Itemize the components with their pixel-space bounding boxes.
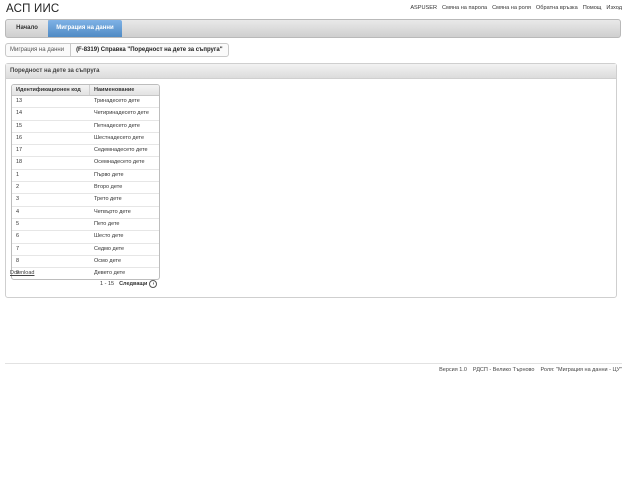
pager: 1 - 15 Следващи › xyxy=(100,280,158,288)
cell-name: Осемнадесето дете xyxy=(94,159,145,166)
cell-name: Трето дете xyxy=(94,196,122,203)
user-link[interactable]: ASPUSER xyxy=(410,5,437,11)
cell-name: Седемнадесето дете xyxy=(94,147,148,154)
table-row[interactable]: 8 Осмо дете xyxy=(12,256,159,269)
cell-name: Четиринадесето дете xyxy=(94,110,149,117)
tab-home[interactable]: Начало xyxy=(6,20,49,37)
table-row[interactable]: 14 Четиринадесето дете xyxy=(12,108,159,121)
column-header-code[interactable]: Идентификационен код xyxy=(12,85,90,95)
cell-code: 16 xyxy=(16,134,23,141)
table-row[interactable]: 3 Трето дете xyxy=(12,194,159,207)
breadcrumb-item-migration[interactable]: Миграция на данни xyxy=(6,44,72,56)
download-link[interactable]: Download xyxy=(10,270,34,276)
cell-code: 7 xyxy=(16,245,20,252)
pager-range: 1 - 15 xyxy=(100,281,115,287)
footer-version: Версия 1.0 xyxy=(439,367,467,373)
column-header-name[interactable]: Наименование xyxy=(90,85,159,95)
breadcrumb: Миграция на данни (F-8319) Справка "Поре… xyxy=(5,43,229,57)
panel-title: Поредност на дете за съпруга xyxy=(6,64,616,79)
cell-code: 6 xyxy=(16,233,20,240)
cell-code: 14 xyxy=(16,110,23,117)
table-row[interactable]: 6 Шесто дете xyxy=(12,231,159,244)
cell-code: 3 xyxy=(16,196,20,203)
table-row[interactable]: 1 Първо дете xyxy=(12,170,159,183)
main-navbar: Начало Миграция на данни xyxy=(5,19,621,38)
footer-divider xyxy=(5,363,622,364)
cell-code: 15 xyxy=(16,122,23,129)
cell-name: Девето дете xyxy=(94,270,126,277)
report-panel: Поредност на дете за съпруга Идентификац… xyxy=(5,63,617,298)
cell-code: 5 xyxy=(16,220,20,227)
cell-code: 13 xyxy=(16,98,23,104)
tab-data-migration[interactable]: Миграция на данни xyxy=(48,20,122,37)
cell-name: Първо дете xyxy=(94,171,124,178)
breadcrumb-current: (F-8319) Справка "Поредност на дете за с… xyxy=(76,47,223,53)
cell-name: Осмо дете xyxy=(94,257,121,264)
cell-code: 8 xyxy=(16,257,20,264)
app-title: АСП ИИС xyxy=(6,3,60,15)
cell-code: 18 xyxy=(16,159,23,166)
top-links: ASPUSER Смяна на парола Смяна на роля Об… xyxy=(410,5,622,11)
feedback-link[interactable]: Обратна връзка xyxy=(536,5,578,11)
footer-office: РДСП - Велико Търново xyxy=(472,367,535,373)
cell-name: Шестнадесето дете xyxy=(94,134,145,141)
cell-name: Петнадесето дете xyxy=(94,122,140,129)
cell-code: 1 xyxy=(16,171,20,178)
next-page-label: Следващи xyxy=(119,281,148,287)
help-link[interactable]: Помощ xyxy=(583,5,602,11)
cell-name: Шесто дете xyxy=(94,233,124,240)
table-row[interactable]: 5 Пето дете xyxy=(12,219,159,232)
table-row[interactable]: 15 Петнадесето дете xyxy=(12,121,159,133)
cell-code: 2 xyxy=(16,184,20,191)
table-row[interactable]: 4 Четвърто дете xyxy=(12,207,159,219)
table-row[interactable]: 7 Седмо дете xyxy=(12,244,159,256)
cell-name: Второ дете xyxy=(94,184,123,191)
cell-code: 4 xyxy=(16,208,20,215)
chevron-right-icon: › xyxy=(149,280,158,288)
grid-header: Идентификационен код Наименование xyxy=(12,85,159,96)
footer-role: Роля: "Миграция на данни - ЦУ" xyxy=(540,367,622,373)
table-row[interactable]: 13 Тринадесето дете xyxy=(12,96,159,109)
table-row[interactable]: 18 Осемнадесето дете xyxy=(12,157,159,170)
cell-name: Тринадесето дете xyxy=(94,98,140,104)
cell-name: Четвърто дете xyxy=(94,208,131,215)
table-row[interactable]: 2 Второ дете xyxy=(12,182,159,195)
change-role-link[interactable]: Смяна на роля xyxy=(492,5,531,11)
table-row[interactable]: 16 Шестнадесето дете xyxy=(12,133,159,146)
change-password-link[interactable]: Смяна на парола xyxy=(442,5,487,11)
cell-name: Пето дете xyxy=(94,220,120,227)
data-grid: Идентификационен код Наименование 13 Трин… xyxy=(11,84,160,281)
table-row[interactable]: 17 Седемнадесето дете xyxy=(12,145,159,158)
next-page-button[interactable]: Следващи › xyxy=(119,280,158,288)
cell-code: 17 xyxy=(16,147,23,154)
logout-link[interactable]: Изход xyxy=(606,5,622,11)
footer: Версия 1.0 РДСП - Велико Търново Роля: "… xyxy=(439,367,622,373)
cell-name: Седмо дете xyxy=(94,245,125,252)
